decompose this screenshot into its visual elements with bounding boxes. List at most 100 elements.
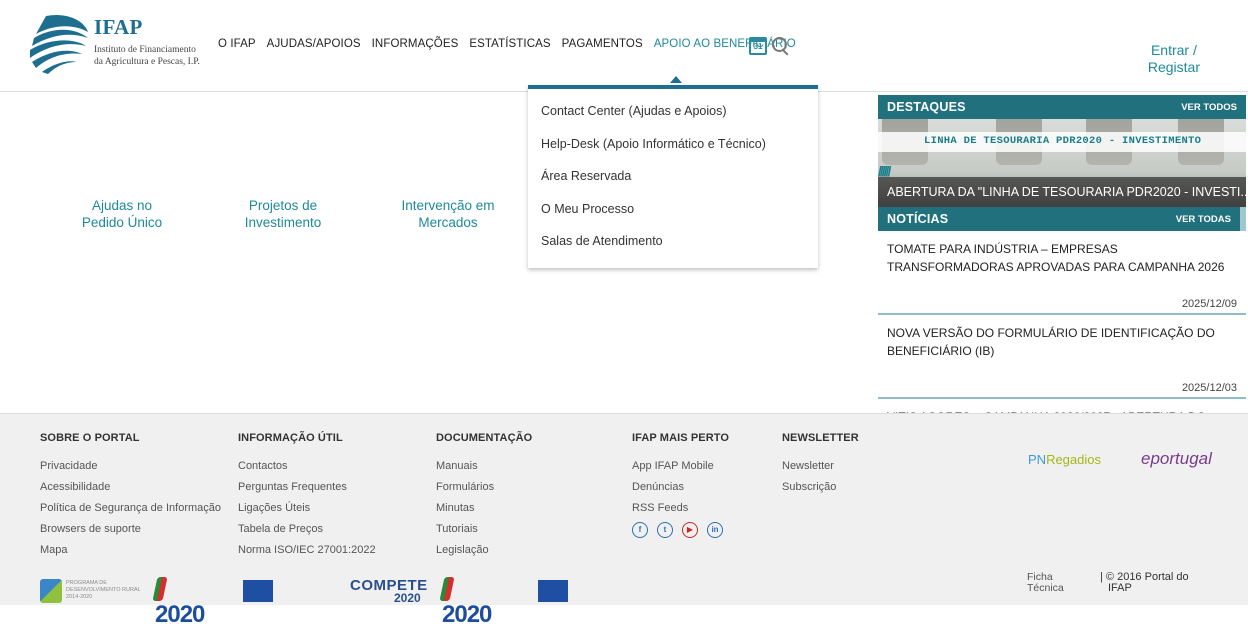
destaques-banner[interactable]: LINHA DE TESOURARIA PDR2020 - INVESTIMEN…: [878, 119, 1246, 207]
quick-link-line2: Mercados: [418, 215, 478, 230]
site-footer: SOBRE O PORTAL Privacidade Acessibilidad…: [0, 413, 1248, 628]
ficha-tecnica-link[interactable]: Ficha Técnica: [1027, 572, 1064, 594]
search-icon[interactable]: [771, 36, 791, 56]
dropdown-item-area-reservada[interactable]: Área Reservada: [528, 168, 818, 201]
nav-pagamentos[interactable]: PAGAMENTOS: [562, 38, 643, 50]
pdr2020-logo[interactable]: PROGRAMA DE DESENVOLVIMENTO RURAL 2014-2…: [40, 577, 150, 605]
twitter-icon[interactable]: t: [657, 522, 673, 538]
portugal-flag-icon: [439, 577, 455, 601]
noticias-header: NOTÍCIAS VER TODAS: [878, 207, 1246, 231]
footer-link-acessibilidade[interactable]: Acessibilidade: [40, 477, 221, 498]
footer-col-title: INFORMAÇÃO ÚTIL: [238, 432, 343, 444]
news-date: 2025/12/03: [1181, 382, 1237, 394]
eportugal-logo[interactable]: eportugal: [1141, 449, 1212, 469]
compete2020-logo[interactable]: COMPETE 2020: [350, 577, 428, 605]
portugal2020-logo[interactable]: 2020: [152, 577, 205, 628]
footer-link-browsers[interactable]: Browsers de suporte: [40, 519, 221, 540]
copyright: | © 2016 Portal do IFAP: [1100, 572, 1189, 594]
dropdown-item-help-desk[interactable]: Help-Desk (Apoio Informático e Técnico): [528, 136, 818, 169]
quick-link-mercados[interactable]: Intervenção em Mercados: [393, 197, 503, 231]
quick-link-line2: Pedido Único: [81, 215, 163, 230]
news-headline: VITIS ACORES – CAMPANHA 2026/2027 - ABER…: [887, 399, 1237, 413]
logo-subtitle: Instituto de Financiamento da Agricultur…: [94, 44, 224, 68]
eu-flag-icon: [538, 580, 568, 602]
quick-link-pedido-unico[interactable]: Ajudas no Pedido Único: [72, 197, 172, 231]
footer-link-subscricao[interactable]: Subscrição: [782, 477, 859, 498]
nav-o-ifap[interactable]: O IFAP: [218, 38, 256, 50]
footer-col-mais-perto: IFAP MAIS PERTO App IFAP Mobile Denúncia…: [632, 432, 732, 538]
footer-col-sobre: SOBRE O PORTAL Privacidade Acessibilidad…: [40, 432, 221, 561]
portugal-flag-icon: [152, 577, 168, 601]
nav-icons: 31: [749, 36, 791, 56]
footer-link-privacidade[interactable]: Privacidade: [40, 456, 221, 477]
ifap-logo[interactable]: IFAP Instituto de Financiamento da Agric…: [26, 12, 226, 76]
footer-link-politica-seguranca[interactable]: Política de Segurança de Informação: [40, 498, 221, 519]
quick-link-line1: Intervenção em: [401, 198, 495, 213]
eu-feader-logo[interactable]: [243, 577, 273, 605]
quick-link-line1: Projetos de: [248, 198, 318, 213]
footer-link-denuncias[interactable]: Denúncias: [632, 477, 732, 498]
news-headline: TOMATE PARA INDÚSTRIA – EMPRESAS TRANSFO…: [887, 242, 1225, 274]
logo-subtitle-line1: Instituto de Financiamento: [94, 45, 196, 55]
footer-link-mapa[interactable]: Mapa: [40, 540, 221, 561]
quick-link-line1: Ajudas no: [91, 198, 153, 213]
youtube-icon[interactable]: ▶: [682, 522, 698, 538]
footer-link-formularios[interactable]: Formulários: [436, 477, 532, 498]
footer-col-informacao: INFORMAÇÃO ÚTIL Contactos Perguntas Freq…: [238, 432, 376, 561]
pnr-logo-text-b: Regadios: [1046, 452, 1101, 467]
nav-estatisticas[interactable]: ESTATÍSTICAS: [469, 38, 550, 50]
nav-informacoes[interactable]: INFORMAÇÕES: [372, 38, 459, 50]
footer-link-faq[interactable]: Perguntas Frequentes: [238, 477, 376, 498]
nav-ajudas-apoios[interactable]: AJUDAS/APOIOS: [267, 38, 361, 50]
news-item[interactable]: VITIS ACORES – CAMPANHA 2026/2027 - ABER…: [878, 399, 1246, 413]
linkedin-icon[interactable]: in: [707, 522, 723, 538]
quick-link-line2: Investimento: [244, 215, 322, 230]
pdr2020-logo-text: PROGRAMA DE DESENVOLVIMENTO RURAL 2014-2…: [66, 580, 141, 600]
ficha-line2: Técnica: [1027, 582, 1064, 594]
footer-link-app-mobile[interactable]: App IFAP Mobile: [632, 456, 732, 477]
copyright-line2: IFAP: [1108, 582, 1132, 594]
footer-col-newsletter: NEWSLETTER Newsletter Subscrição: [782, 432, 859, 498]
footer-col-title: DOCUMENTAÇÃO: [436, 432, 533, 444]
footer-col-documentacao: DOCUMENTAÇÃO Manuais Formulários Minutas…: [436, 432, 532, 561]
quick-link-projetos[interactable]: Projetos de Investimento: [233, 197, 333, 231]
footer-link-legislacao[interactable]: Legislação: [436, 540, 532, 561]
login-register-link[interactable]: Entrar / Registar: [1148, 42, 1200, 76]
logo-name: IFAP: [94, 15, 143, 39]
footer-link-tutoriais[interactable]: Tutoriais: [436, 519, 532, 540]
dropdown-item-meu-processo[interactable]: O Meu Processo: [528, 201, 818, 234]
eu-fundos-logo[interactable]: [538, 577, 568, 605]
news-item[interactable]: NOVA VERSÃO DO FORMULÁRIO DE IDENTIFICAÇ…: [878, 315, 1246, 399]
register-label: Registar: [1147, 59, 1200, 75]
footer-link-minutas[interactable]: Minutas: [436, 498, 532, 519]
right-sidebar: DESTAQUES VER TODOS LINHA DE TESOURARIA …: [878, 95, 1246, 413]
portugal2020-text: 2020: [442, 601, 492, 628]
footer-link-ligacoes[interactable]: Ligações Úteis: [238, 498, 376, 519]
pnr-regadios-logo[interactable]: PNRegadios: [1028, 452, 1101, 467]
dropdown-item-contact-center[interactable]: Contact Center (Ajudas e Apoios): [528, 103, 818, 136]
facebook-icon[interactable]: f: [632, 522, 648, 538]
destaques-view-all-link[interactable]: VER TODOS: [1181, 102, 1237, 113]
footer-col-title: NEWSLETTER: [782, 432, 859, 444]
dropdown-item-salas-atendimento[interactable]: Salas de Atendimento: [528, 233, 818, 266]
logo-subtitle-line2: da Agricultura e Pescas, I.P.: [94, 57, 200, 67]
banner-text: LINHA DE TESOURARIA PDR2020 - INVESTIMEN…: [924, 135, 1202, 147]
footer-link-norma-iso[interactable]: Norma ISO/IEC 27001:2022: [238, 540, 376, 561]
login-label: Entrar /: [1150, 42, 1197, 58]
portugal2020-logo-2[interactable]: 2020: [439, 577, 492, 628]
ifap-logo-icon: [30, 14, 88, 74]
news-headline: NOVA VERSÃO DO FORMULÁRIO DE IDENTIFICAÇ…: [887, 326, 1215, 358]
footer-link-manuais[interactable]: Manuais: [436, 456, 532, 477]
main-nav: O IFAP AJUDAS/APOIOS INFORMAÇÕES ESTATÍS…: [218, 38, 807, 50]
portugal2020-text: 2020: [155, 601, 205, 628]
footer-link-precos[interactable]: Tabela de Preços: [238, 519, 376, 540]
footer-col-title: IFAP MAIS PERTO: [632, 432, 730, 444]
footer-link-contactos[interactable]: Contactos: [238, 456, 376, 477]
calendar-icon[interactable]: 31: [749, 37, 767, 55]
footer-link-newsletter[interactable]: Newsletter: [782, 456, 859, 477]
news-item[interactable]: TOMATE PARA INDÚSTRIA – EMPRESAS TRANSFO…: [878, 231, 1246, 315]
noticias-title: NOTÍCIAS: [887, 212, 949, 226]
pnr-logo-text-a: PN: [1028, 452, 1047, 467]
noticias-view-all-link[interactable]: VER TODAS: [1176, 214, 1231, 225]
footer-link-rss[interactable]: RSS Feeds: [632, 498, 732, 519]
